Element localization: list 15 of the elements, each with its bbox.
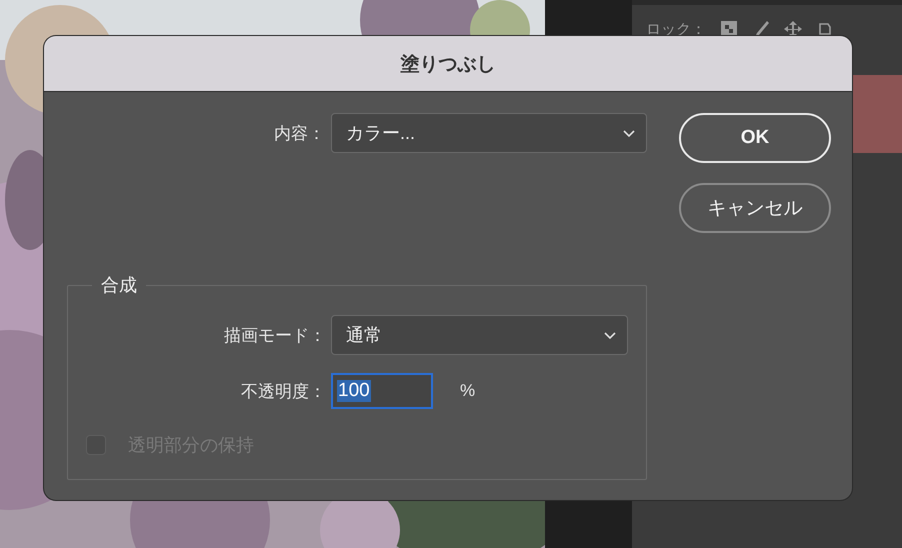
dialog-title: 塗りつぶし bbox=[400, 52, 496, 76]
blend-mode-label: 描画モード： bbox=[224, 324, 326, 346]
percent-unit: % bbox=[460, 381, 476, 401]
content-dropdown[interactable]: カラー... bbox=[331, 113, 647, 153]
opacity-label: 不透明度： bbox=[241, 380, 326, 402]
blend-mode-dropdown[interactable]: 通常 bbox=[331, 315, 628, 355]
opacity-field[interactable]: 100 bbox=[331, 373, 433, 409]
lock-label: ロック： bbox=[646, 20, 706, 38]
content-label: 内容： bbox=[274, 122, 325, 144]
cancel-button[interactable]: キャンセル bbox=[679, 183, 831, 233]
chevron-icon bbox=[622, 128, 636, 138]
chevron-icon bbox=[603, 330, 617, 340]
ok-button[interactable]: OK bbox=[679, 113, 831, 163]
group-title: 合成 bbox=[100, 274, 138, 297]
artboard-icon[interactable] bbox=[816, 20, 834, 38]
